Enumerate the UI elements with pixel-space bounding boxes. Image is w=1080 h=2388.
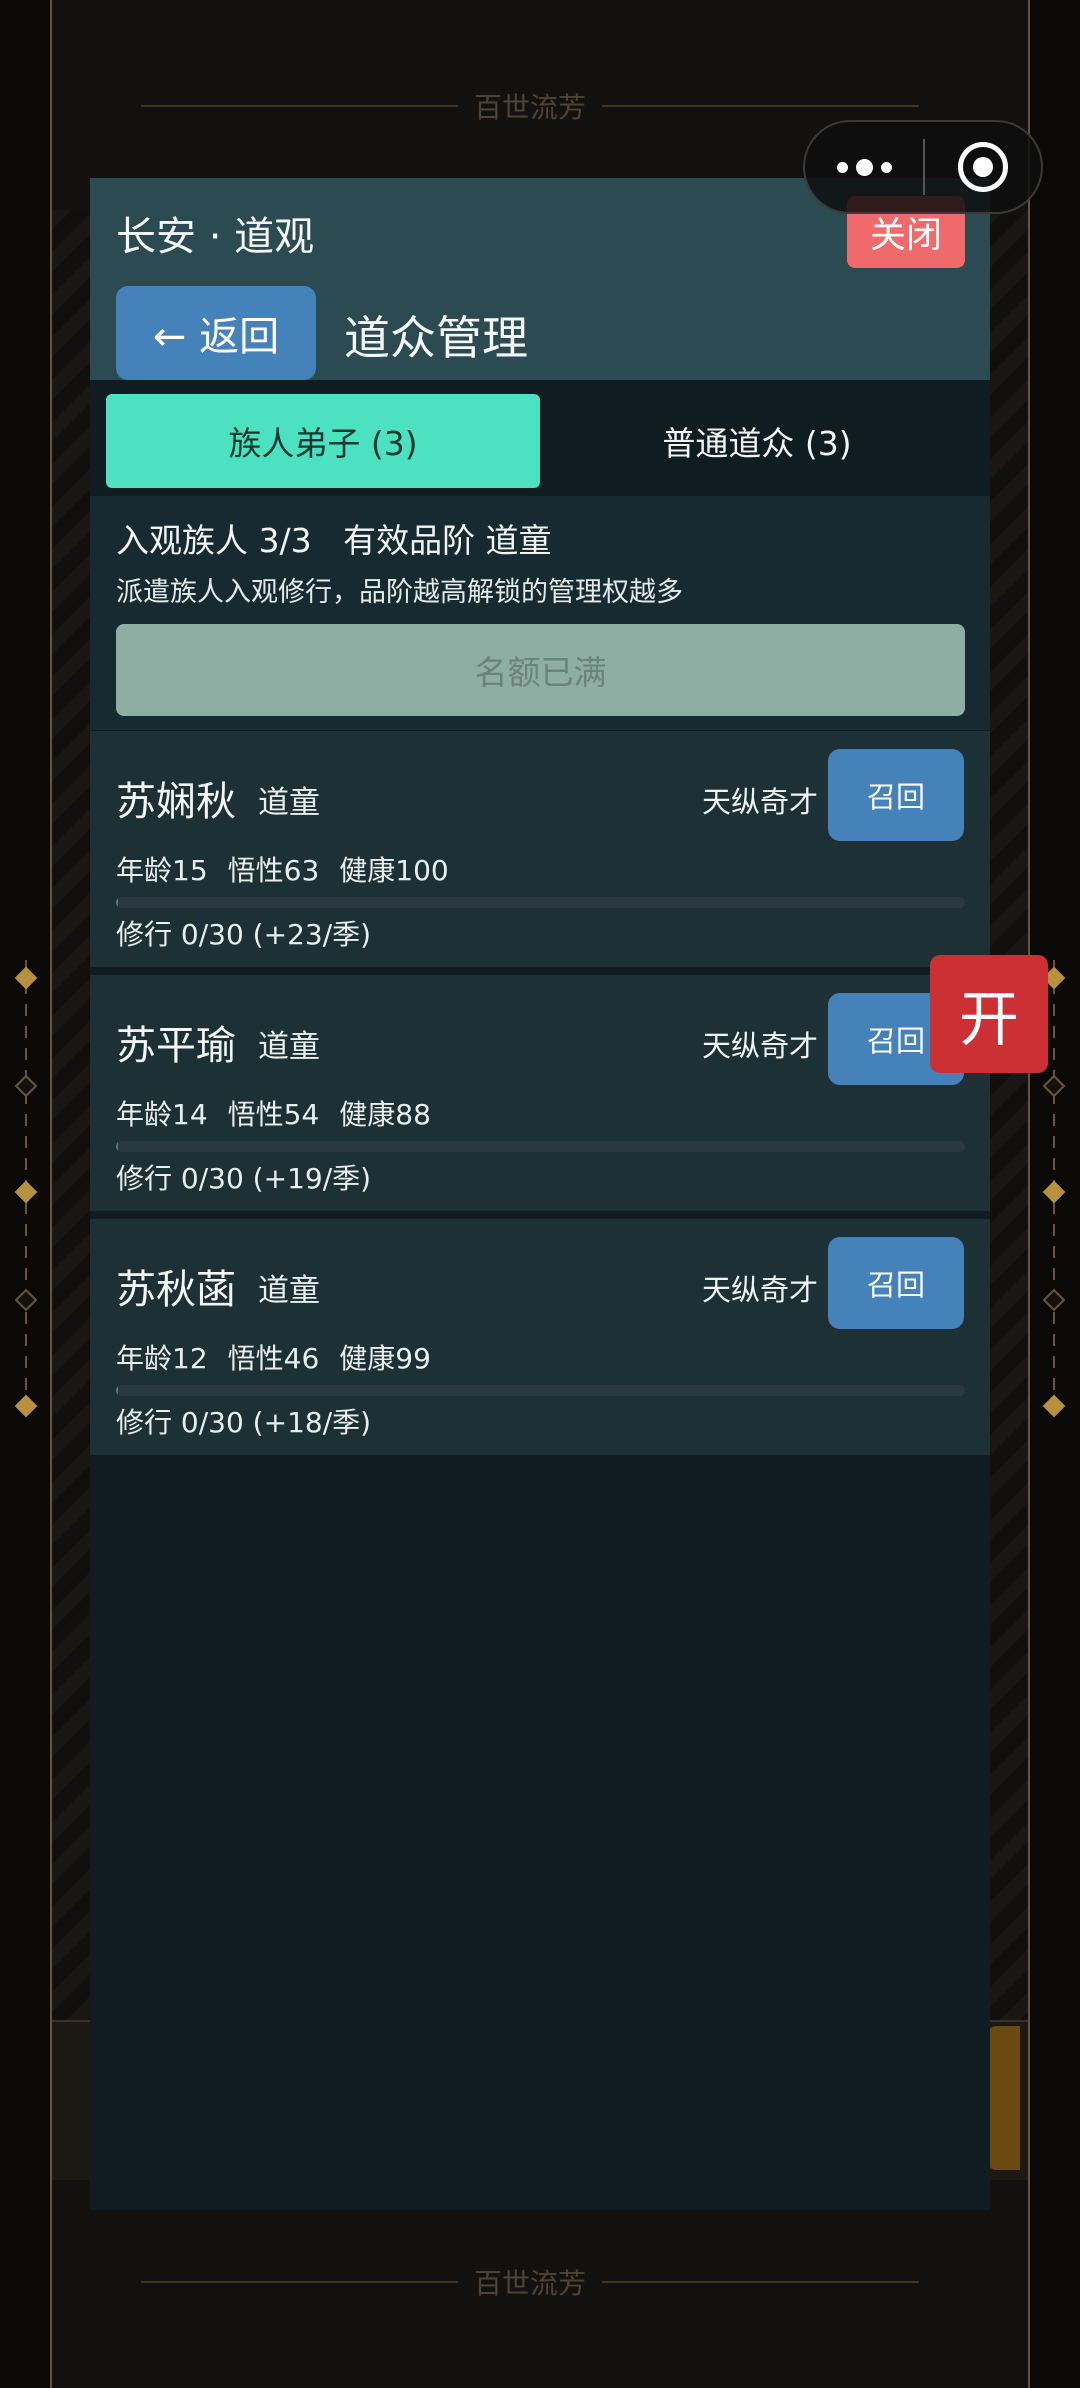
back-button[interactable]: ← 返回 (116, 286, 316, 380)
enrollment-status: 入观族人 3/3 有效品阶 道童 (116, 521, 552, 560)
member-health: 健康88 (339, 1098, 431, 1131)
member-age: 年龄15 (116, 854, 208, 887)
member-name: 苏秋菡 (116, 1267, 236, 1313)
member-name: 苏娴秋 (116, 779, 236, 825)
mini-program-capsule (803, 120, 1043, 214)
tab-clan-disciples[interactable]: 族人弟子 (3) (106, 394, 540, 488)
more-dots-icon[interactable] (805, 122, 923, 212)
member-list: 苏娴秋 道童 天纵奇才 召回 年龄15 悟性63 健康100 修行 0/30 (… (90, 731, 990, 1463)
member-insight: 悟性46 (227, 1342, 320, 1375)
tab-bar: 族人弟子 (3) 普通道众 (3) (90, 380, 990, 496)
list-item: 苏平瑜 道童 天纵奇才 召回 年龄14 悟性54 健康88 修行 0/30 (+… (90, 975, 990, 1211)
left-side-decoration (14, 960, 38, 1420)
practice-progress-text: 修行 0/30 (+19/季) (116, 1162, 372, 1195)
recall-button[interactable]: 召回 (828, 1237, 964, 1329)
member-talent: 天纵奇才 (701, 1029, 818, 1063)
tab-ordinary-followers[interactable]: 普通道众 (3) (540, 394, 974, 488)
member-rank: 道童 (258, 1273, 320, 1309)
temple-management-modal: 长安 · 道观 关闭 ← 返回 道众管理 族人弟子 (3) 普通道众 (3) 入… (90, 178, 990, 2210)
summary-panel: 入观族人 3/3 有效品阶 道童 派遣族人入观修行，品阶越高解锁的管理权越多 名… (90, 496, 990, 730)
practice-progress-bar (116, 1385, 965, 1396)
modal-title: 长安 · 道观 (116, 214, 315, 260)
list-item: 苏秋菡 道童 天纵奇才 召回 年龄12 悟性46 健康99 修行 0/30 (+… (90, 1219, 990, 1455)
member-insight: 悟性54 (227, 1098, 320, 1131)
member-rank: 道童 (258, 785, 320, 821)
member-age: 年龄12 (116, 1342, 208, 1375)
member-age: 年龄14 (116, 1098, 208, 1131)
page-subtitle: 道众管理 (344, 311, 528, 365)
member-talent: 天纵奇才 (701, 1273, 818, 1307)
list-item: 苏娴秋 道童 天纵奇才 召回 年龄15 悟性63 健康100 修行 0/30 (… (90, 731, 990, 967)
member-stats: 年龄12 悟性46 健康99 (116, 1337, 431, 1377)
background-banner-bottom: 百世流芳 (125, 2262, 935, 2302)
practice-progress-text: 修行 0/30 (+18/季) (116, 1406, 372, 1439)
member-name: 苏平瑜 (116, 1023, 236, 1069)
background-banner-top: 百世流芳 (125, 86, 935, 126)
quota-full-button: 名额已满 (116, 624, 965, 716)
practice-progress-bar (116, 897, 965, 908)
practice-progress-text: 修行 0/30 (+23/季) (116, 918, 372, 951)
member-health: 健康99 (339, 1342, 431, 1375)
member-talent: 天纵奇才 (701, 785, 818, 819)
background-side-tab (988, 2026, 1020, 2170)
recall-button[interactable]: 召回 (828, 749, 964, 841)
member-stats: 年龄15 悟性63 健康100 (116, 849, 449, 889)
enrollment-hint: 派遣族人入观修行，品阶越高解锁的管理权越多 (116, 577, 683, 608)
member-insight: 悟性63 (227, 854, 320, 887)
member-stats: 年龄14 悟性54 健康88 (116, 1093, 431, 1133)
practice-progress-bar (116, 1141, 965, 1152)
target-circle-icon[interactable] (925, 142, 1041, 192)
member-rank: 道童 (258, 1029, 320, 1065)
floating-open-button[interactable]: 开 (930, 955, 1048, 1073)
member-health: 健康100 (339, 854, 449, 887)
